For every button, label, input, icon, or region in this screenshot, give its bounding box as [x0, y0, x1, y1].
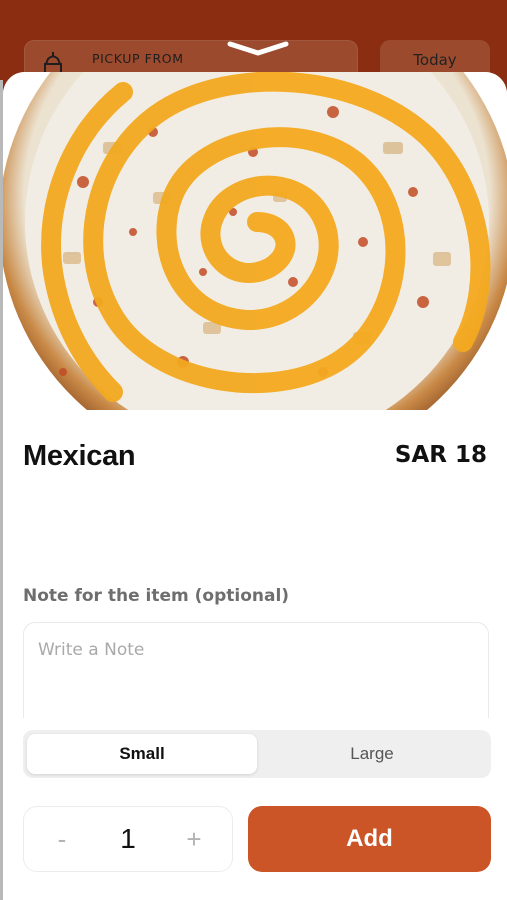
date-label: Today [413, 51, 457, 69]
item-sheet: Mexican SAR 18 Note for the item (option… [3, 72, 507, 900]
quantity-stepper: - 1 + [23, 806, 233, 872]
item-image [3, 72, 507, 410]
pizza-illustration [3, 72, 507, 410]
add-to-cart-button[interactable]: Add [248, 806, 491, 872]
item-header: Mexican SAR 18 [23, 440, 487, 480]
size-option-large[interactable]: Large [257, 734, 487, 774]
item-price: SAR 18 [394, 442, 487, 468]
size-toggle: Small Large [23, 730, 491, 778]
quantity-value: 1 [120, 823, 136, 854]
note-label: Note for the item (optional) [23, 586, 290, 606]
note-input[interactable] [23, 622, 489, 718]
decrease-quantity-button[interactable]: - [50, 824, 74, 855]
chevron-down-icon[interactable] [226, 40, 290, 58]
item-name: Mexican [23, 440, 136, 472]
increase-quantity-button[interactable]: + [182, 824, 206, 855]
pickup-label: PICKUP FROM [92, 51, 184, 66]
size-option-small[interactable]: Small [27, 734, 257, 774]
